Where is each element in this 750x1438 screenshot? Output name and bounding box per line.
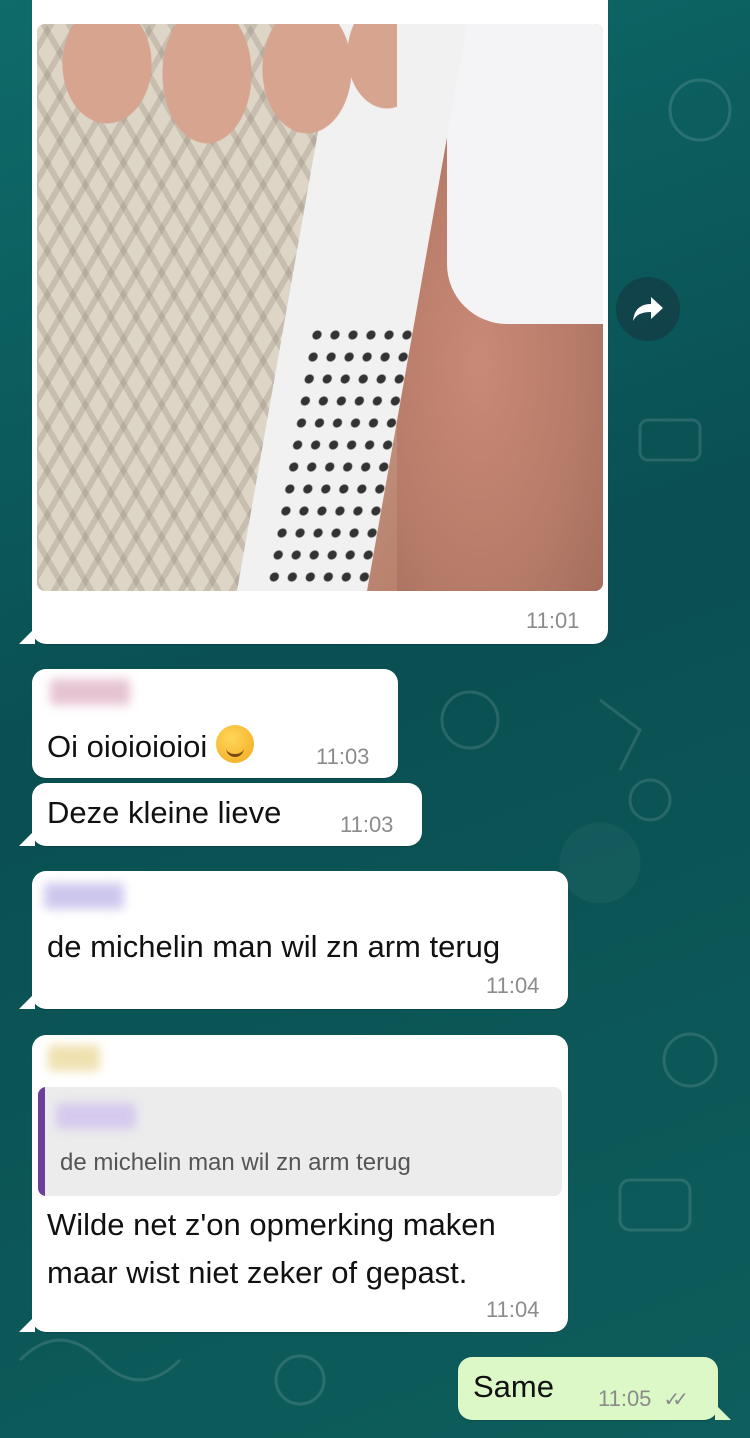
baby-cap	[447, 24, 603, 324]
message-text: de michelin man wil zn arm terug	[47, 929, 501, 964]
message-text: Deze kleine lieve	[47, 795, 282, 830]
message-bubble[interactable]: Oi oioioioioi 11:03	[32, 669, 398, 778]
reply-message-bubble[interactable]: de michelin man wil zn arm terug Wilde n…	[19, 1035, 568, 1332]
bubble-tail	[19, 830, 35, 846]
fingers	[57, 24, 397, 144]
baby-photo[interactable]	[37, 24, 603, 591]
message-text-content: Oi oioioioioi	[47, 729, 208, 764]
message-time: 11:03	[340, 812, 394, 837]
bubble-tail	[19, 1316, 35, 1332]
sender-name-redacted	[44, 883, 124, 909]
double-check-icon: ✓✓	[663, 1389, 689, 1411]
bubble-tail	[19, 628, 35, 644]
message-time: 11:01	[526, 608, 580, 633]
message-time: 11:03	[316, 744, 370, 769]
message-time: 11:04	[486, 1297, 540, 1322]
photo-message-bubble[interactable]: 11:01	[19, 0, 608, 644]
quoted-sender-redacted	[56, 1103, 136, 1129]
message-time-text: 11:05	[598, 1386, 652, 1411]
drooling-face-emoji-icon	[215, 725, 254, 763]
message-text-line: Wilde net z'on opmerking maken	[47, 1207, 496, 1242]
quoted-message[interactable]: de michelin man wil zn arm terug	[38, 1087, 562, 1196]
bubble-tail	[715, 1404, 731, 1420]
message-text-line: maar wist niet zeker of gepast.	[47, 1255, 468, 1290]
outgoing-message-bubble[interactable]: Same 11:05 ✓✓	[458, 1357, 731, 1420]
sender-name-redacted	[48, 1045, 100, 1071]
message-time: 11:04	[486, 973, 540, 998]
bubble-tail	[19, 993, 35, 1009]
forward-button[interactable]	[616, 277, 680, 341]
quote-accent-bar	[38, 1087, 45, 1196]
quoted-text: de michelin man wil zn arm terug	[60, 1149, 411, 1176]
message-text: Same	[473, 1369, 554, 1404]
message-time: 11:05 ✓✓	[598, 1386, 689, 1412]
message-bubble[interactable]: de michelin man wil zn arm terug 11:04	[19, 871, 568, 1009]
message-text: Oi oioioioioi	[47, 725, 254, 765]
forward-arrow-icon	[633, 297, 663, 321]
message-bubble[interactable]: Deze kleine lieve 11:03	[19, 783, 422, 846]
sender-name-redacted	[50, 679, 130, 705]
